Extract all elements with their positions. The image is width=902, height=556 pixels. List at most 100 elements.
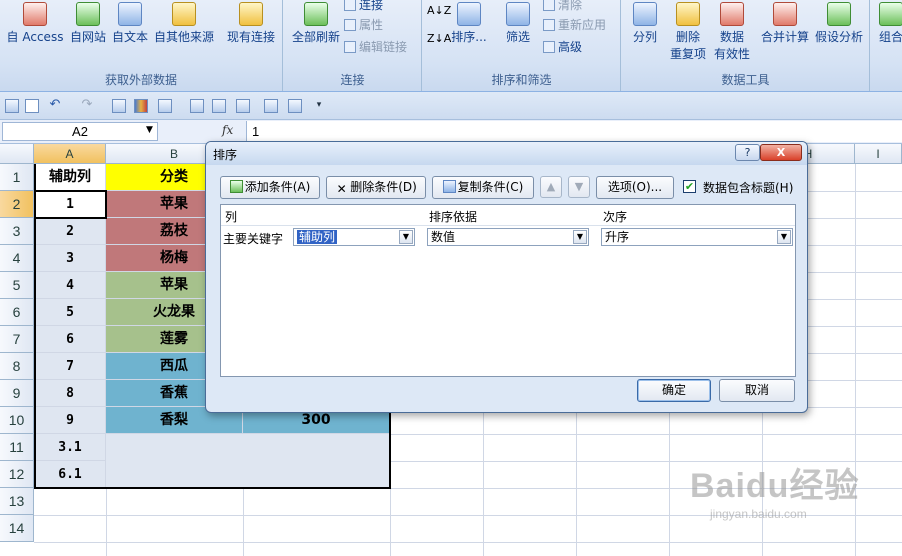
add-condition-button[interactable]: 添加条件(A) <box>220 176 320 199</box>
advanced-filter-icon <box>543 41 555 53</box>
format-painter-icon[interactable] <box>112 99 126 113</box>
from-access-button[interactable]: 自 Access <box>4 0 66 64</box>
row-header-1[interactable]: 1 <box>0 164 34 191</box>
insert-function-icon[interactable]: fx <box>222 123 233 137</box>
help-button[interactable]: ? <box>735 144 760 161</box>
redo-icon[interactable]: ↷ <box>80 98 94 113</box>
row-header-5[interactable]: 5 <box>0 272 34 299</box>
form-icon[interactable] <box>190 99 204 113</box>
clear-icon <box>543 0 555 11</box>
advanced-button[interactable]: 高级 <box>543 38 582 55</box>
copy-condition-button[interactable]: 复制条件(C) <box>432 176 534 199</box>
row-header-9[interactable]: 9 <box>0 380 34 407</box>
primary-key-select[interactable]: 辅助列 ▼ <box>293 228 415 246</box>
column-header-i[interactable]: I <box>855 144 902 164</box>
data-validation-button[interactable]: 数据 有效性 <box>710 0 754 64</box>
copy-icon <box>442 180 456 193</box>
order-select[interactable]: 升序 ▼ <box>601 228 793 246</box>
spelling-icon[interactable] <box>264 99 278 113</box>
row-header-12[interactable]: 12 <box>0 461 34 488</box>
row-header-2[interactable]: 2 <box>0 191 34 218</box>
existing-connections-button[interactable]: 现有连接 <box>224 0 278 64</box>
dropdown-arrow-icon[interactable]: ▼ <box>573 230 587 244</box>
from-text-button[interactable]: 自文本 <box>110 0 150 64</box>
properties-button[interactable]: 属性 <box>344 16 383 33</box>
edit-links-button[interactable]: 编辑链接 <box>344 38 407 55</box>
column-header-label: 列 <box>225 210 238 224</box>
has-header-checkbox[interactable]: ✔ <box>683 180 696 193</box>
reapply-button[interactable]: 重新应用 <box>543 16 606 33</box>
row-header-3[interactable]: 3 <box>0 218 34 245</box>
remove-duplicates-button[interactable]: 删除 重复项 <box>666 0 710 64</box>
select-all-corner[interactable] <box>0 144 34 164</box>
delete-condition-button[interactable]: ✕ 删除条件(D) <box>326 176 426 199</box>
close-button[interactable]: X <box>760 144 802 161</box>
row-header-11[interactable]: 11 <box>0 434 34 461</box>
dialog-title: 排序 <box>213 148 238 162</box>
move-up-button[interactable]: ▲ <box>540 176 562 198</box>
properties-icon <box>344 19 356 31</box>
chart-icon[interactable] <box>134 99 148 113</box>
tools-icon[interactable] <box>236 99 250 113</box>
group-label: 连接 <box>340 73 365 87</box>
group-sort-filter: A↓Z Z↓A 排序... 筛选 清除 重新应用 高级 排序和筛选 <box>423 0 621 91</box>
refresh-icon <box>304 2 328 26</box>
clear-button[interactable]: 清除 <box>543 0 582 13</box>
sort-button[interactable]: 排序... <box>449 0 489 64</box>
text-to-columns-button[interactable]: 分列 <box>628 0 662 64</box>
group-get-external-data: 自 Access 自网站 自文本 自其他来源 现有连接 获取外部数据 <box>0 0 283 91</box>
group-button[interactable]: 组合 <box>879 0 902 64</box>
new-document-icon[interactable] <box>25 99 39 113</box>
column-header-a[interactable]: A <box>34 144 106 164</box>
ok-button[interactable]: 确定 <box>637 379 711 402</box>
save-icon[interactable] <box>5 99 19 113</box>
filter-button[interactable]: 筛选 <box>501 0 535 64</box>
formula-input[interactable]: 1 <box>246 121 902 142</box>
watermark-logo: Baidu经验 <box>690 467 860 505</box>
row-header-6[interactable]: 6 <box>0 299 34 326</box>
edit-icon[interactable] <box>158 99 172 113</box>
print-preview-icon[interactable] <box>288 99 302 113</box>
name-box[interactable]: A2 <box>2 122 158 141</box>
cancel-button[interactable]: 取消 <box>719 379 795 402</box>
row-header-4[interactable]: 4 <box>0 245 34 272</box>
consolidate-icon <box>773 2 797 26</box>
move-down-button[interactable]: ▼ <box>568 176 590 198</box>
row-header-8[interactable]: 8 <box>0 353 34 380</box>
dialog-titlebar: 排序 ? X <box>206 142 807 165</box>
row-header-13[interactable]: 13 <box>0 488 34 515</box>
group-label: 排序和筛选 <box>491 73 552 87</box>
connection-icon <box>344 0 356 11</box>
options-button[interactable]: 选项(O)... <box>596 176 674 199</box>
other-sources-icon <box>172 2 196 26</box>
dropdown-arrow-icon[interactable]: ▼ <box>777 230 791 244</box>
dropdown-arrow-icon[interactable]: ▼ <box>399 230 413 244</box>
from-other-sources-button[interactable]: 自其他来源 <box>152 0 216 64</box>
sort-asc-icon[interactable]: A↓Z <box>427 4 451 17</box>
web-icon <box>76 2 100 26</box>
sort-on-select[interactable]: 数值 ▼ <box>427 228 589 246</box>
group-label: 数据工具 <box>721 73 770 87</box>
sort-icon <box>457 2 481 26</box>
row-header-10[interactable]: 10 <box>0 407 34 434</box>
group-outline: 组合 <box>871 0 902 91</box>
duplicates-icon <box>676 2 700 26</box>
connections-button[interactable]: 连接 <box>344 0 383 13</box>
what-if-button[interactable]: 假设分析 <box>814 0 864 64</box>
filter-funnel-icon <box>506 2 530 26</box>
undo-icon[interactable]: ↶ <box>48 98 62 113</box>
row-header-14[interactable]: 14 <box>0 515 34 542</box>
sort-desc-icon[interactable]: Z↓A <box>427 32 451 45</box>
customize-qat-icon[interactable]: ▾ <box>312 99 326 113</box>
sort-on-header-label: 排序依据 <box>429 210 478 224</box>
refresh-all-button[interactable]: 全部刷新 <box>288 0 344 64</box>
delete-x-icon: ✕ <box>336 182 347 196</box>
consolidate-button[interactable]: 合并计算 <box>760 0 810 64</box>
watermark: Baidu经验 jingyan.baidu.com <box>690 458 859 521</box>
add-icon <box>229 180 243 193</box>
row-header-7[interactable]: 7 <box>0 326 34 353</box>
quick-access-toolbar: ↶ ↷ ▾ <box>0 92 902 120</box>
table-icon[interactable] <box>212 99 226 113</box>
from-web-button[interactable]: 自网站 <box>68 0 108 64</box>
name-box-dropdown-icon[interactable]: ▼ <box>146 125 153 135</box>
